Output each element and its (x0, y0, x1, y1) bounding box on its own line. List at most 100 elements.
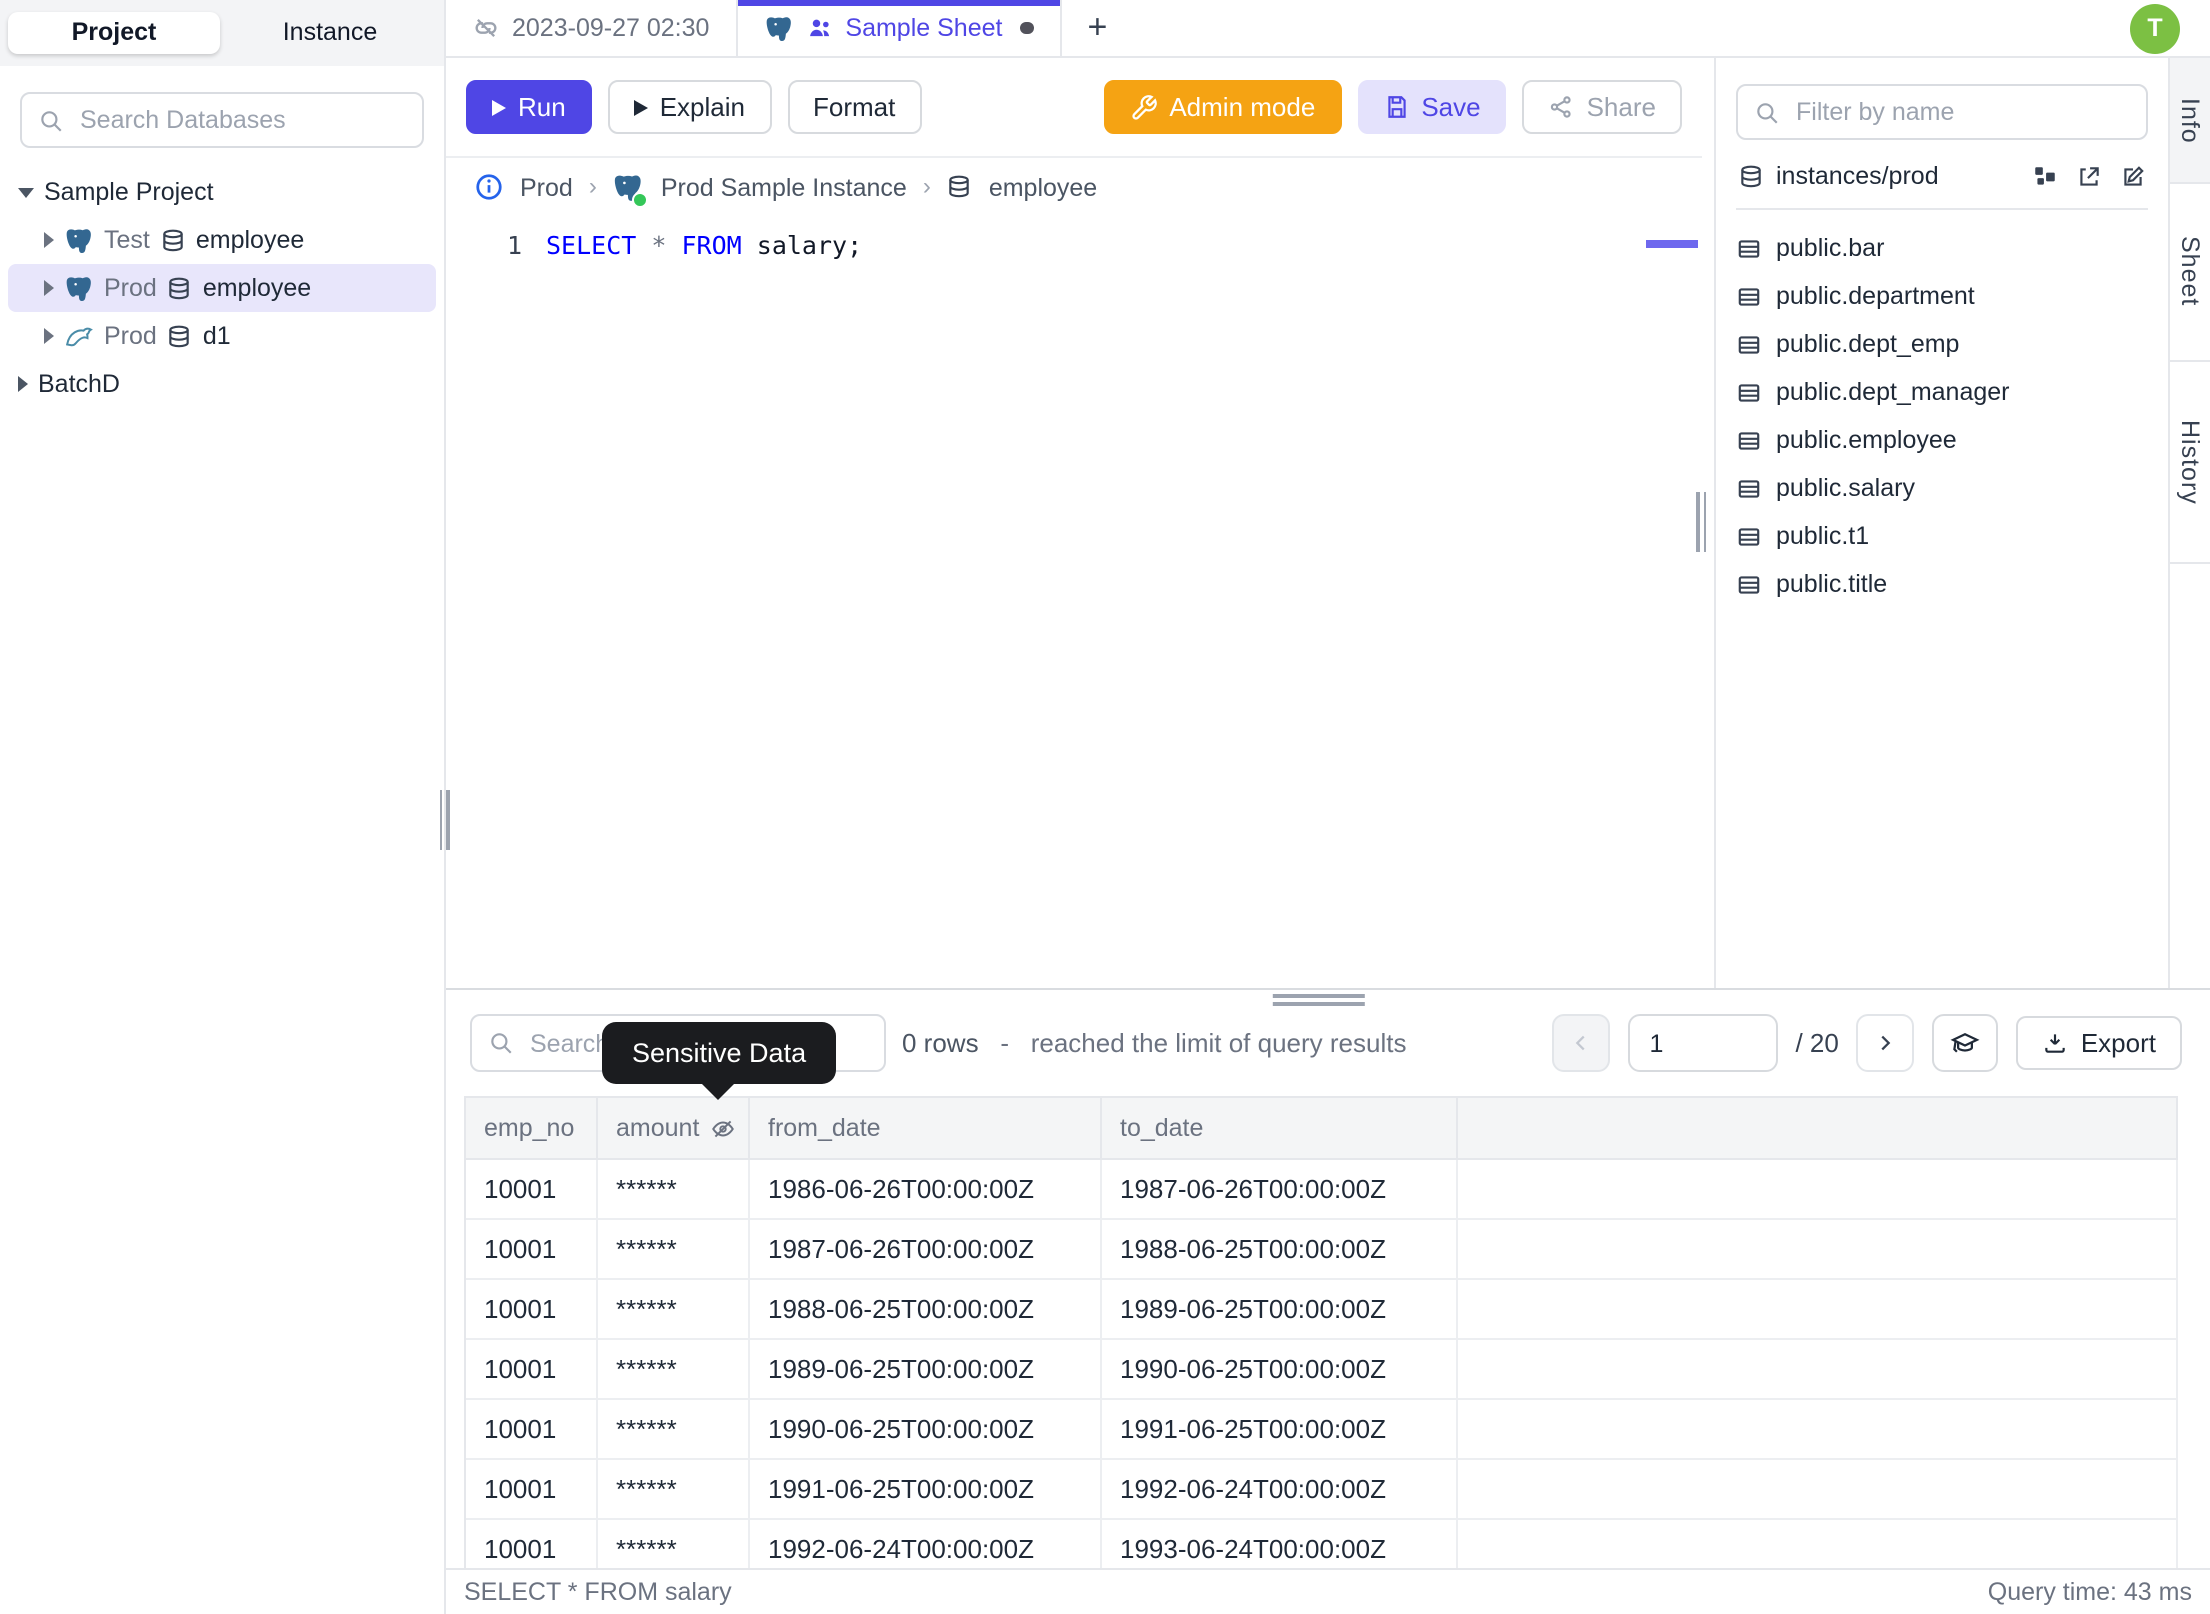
database-icon (950, 175, 970, 198)
eye-off-icon[interactable] (709, 1115, 735, 1141)
sidebar-resize-handle[interactable] (439, 790, 449, 850)
right-panel-resize-handle[interactable] (1696, 492, 1706, 552)
page-number-input[interactable] (1627, 1014, 1778, 1072)
cell[interactable]: 10001 (466, 1280, 598, 1340)
tab-sheet[interactable]: Sheet (2170, 184, 2210, 362)
chevron-right-icon: › (588, 171, 597, 199)
cell-filler (1458, 1400, 2178, 1460)
column-header: emp_no (466, 1098, 598, 1160)
export-button[interactable]: Export (2016, 1016, 2182, 1070)
cell[interactable]: 1991-06-25T00:00:00Z (1102, 1400, 1458, 1460)
run-button[interactable]: Run (466, 80, 592, 134)
format-button[interactable]: Format (787, 80, 922, 134)
cell[interactable]: 10001 (466, 1340, 598, 1400)
table-list-item[interactable]: public.bar (1736, 224, 2148, 272)
cell[interactable]: 1990-06-25T00:00:00Z (750, 1400, 1102, 1460)
cell[interactable]: 10001 (466, 1220, 598, 1280)
table-list-item[interactable]: public.employee (1736, 416, 2148, 464)
tab-instance[interactable]: Instance (224, 12, 436, 54)
query-mode-button[interactable] (1932, 1014, 1999, 1072)
table-list-item[interactable]: public.dept_manager (1736, 368, 2148, 416)
tree-node-test-employee[interactable]: Test employee (8, 216, 436, 264)
table-list-item[interactable]: public.salary (1736, 464, 2148, 512)
cell-masked[interactable]: ****** (598, 1400, 750, 1460)
cell[interactable]: 1989-06-25T00:00:00Z (750, 1340, 1102, 1400)
tree-node-sample-project[interactable]: Sample Project (8, 168, 436, 216)
breadcrumb-database[interactable]: employee (989, 173, 1097, 201)
tree-node-batchd[interactable]: BatchD (8, 360, 436, 408)
database-search-input[interactable] (76, 104, 406, 136)
cell-masked[interactable]: ****** (598, 1280, 750, 1340)
connection-name: instances/prod (1776, 162, 1939, 190)
table-list: public.bar public.department public.dept… (1736, 210, 2148, 608)
external-link-icon[interactable] (2076, 163, 2102, 189)
cell[interactable]: 1988-06-25T00:00:00Z (1102, 1220, 1458, 1280)
cell[interactable]: 10001 (466, 1400, 598, 1460)
cell[interactable]: 1993-06-24T00:00:00Z (1102, 1520, 1458, 1568)
table-icon (1738, 287, 1760, 305)
panel-divider (1696, 58, 1716, 988)
search-icon (41, 110, 62, 131)
database-icon (170, 324, 190, 347)
cell[interactable]: 1992-06-24T00:00:00Z (750, 1520, 1102, 1568)
sensitive-data-tooltip: Sensitive Data (602, 1022, 837, 1100)
cell-masked[interactable]: ****** (598, 1460, 750, 1520)
table-list-item[interactable]: public.t1 (1736, 512, 2148, 560)
database-icon (163, 228, 183, 251)
breadcrumb-environment[interactable]: Prod (520, 173, 573, 201)
save-icon (1387, 96, 1405, 118)
cell[interactable]: 1986-06-26T00:00:00Z (750, 1160, 1102, 1220)
sheet-tab-label: 2023-09-27 02:30 (512, 14, 710, 42)
cell[interactable]: 10001 (466, 1160, 598, 1220)
cell-masked[interactable]: ****** (598, 1340, 750, 1400)
environment-label: Prod (104, 322, 157, 350)
tree-node-prod-d1[interactable]: Prod d1 (8, 312, 436, 360)
chevron-left-icon (1575, 1035, 1585, 1051)
table-list-item[interactable]: public.title (1736, 560, 2148, 608)
side-tab-rail: Info Sheet History (2168, 58, 2210, 988)
sheet-tab-unsaved[interactable]: 2023-09-27 02:30 (446, 0, 738, 56)
cell[interactable]: 1989-06-25T00:00:00Z (1102, 1280, 1458, 1340)
cell[interactable]: 1988-06-25T00:00:00Z (750, 1280, 1102, 1340)
share-icon (1551, 96, 1572, 118)
next-page-button[interactable] (1856, 1014, 1915, 1072)
tab-project[interactable]: Project (8, 12, 220, 54)
prev-page-button[interactable] (1551, 1014, 1610, 1072)
info-icon[interactable] (474, 172, 504, 202)
main-area: 2023-09-27 02:30 Sample Sheet + T Run Ex… (446, 0, 2210, 1614)
sql-code-editor[interactable]: 1 SELECT * FROM salary; (446, 216, 1702, 988)
cell[interactable]: 1990-06-25T00:00:00Z (1102, 1340, 1458, 1400)
cell[interactable]: 10001 (466, 1520, 598, 1568)
cell[interactable]: 1992-06-24T00:00:00Z (1102, 1460, 1458, 1520)
mortarboard-icon (1951, 1033, 1981, 1053)
save-button[interactable]: Save (1357, 80, 1507, 134)
filter-input[interactable] (1792, 96, 2130, 128)
edit-icon[interactable] (2120, 163, 2146, 189)
cell[interactable]: 1987-06-26T00:00:00Z (750, 1220, 1102, 1280)
sheet-tab-sample-sheet[interactable]: Sample Sheet (737, 0, 1062, 56)
schema-diagram-icon[interactable] (2032, 163, 2058, 189)
breadcrumb-instance[interactable]: Prod Sample Instance (661, 173, 907, 201)
share-button[interactable]: Share (1522, 80, 1682, 134)
tree-node-prod-employee[interactable]: Prod employee (8, 264, 436, 312)
table-list-item[interactable]: public.department (1736, 272, 2148, 320)
results-resize-handle[interactable] (1272, 994, 1365, 1006)
play-icon (492, 99, 506, 115)
wrench-icon (1131, 94, 1157, 119)
cell-masked[interactable]: ****** (598, 1520, 750, 1568)
download-icon (2046, 1034, 2066, 1053)
cell[interactable]: 10001 (466, 1460, 598, 1520)
cell[interactable]: 1991-06-25T00:00:00Z (750, 1460, 1102, 1520)
table-list-item[interactable]: public.dept_emp (1736, 320, 2148, 368)
avatar[interactable]: T (2130, 3, 2180, 53)
tab-info[interactable]: Info (2170, 58, 2210, 184)
tab-history[interactable]: History (2170, 362, 2210, 564)
admin-mode-button[interactable]: Admin mode (1103, 80, 1342, 134)
new-tab-button[interactable]: + (1061, 0, 1133, 56)
cell-masked[interactable]: ****** (598, 1160, 750, 1220)
cell[interactable]: 1987-06-26T00:00:00Z (1102, 1160, 1458, 1220)
explain-button[interactable]: Explain (607, 80, 771, 134)
cell-filler (1458, 1340, 2178, 1400)
caret-right-icon (18, 376, 28, 392)
cell-masked[interactable]: ****** (598, 1220, 750, 1280)
